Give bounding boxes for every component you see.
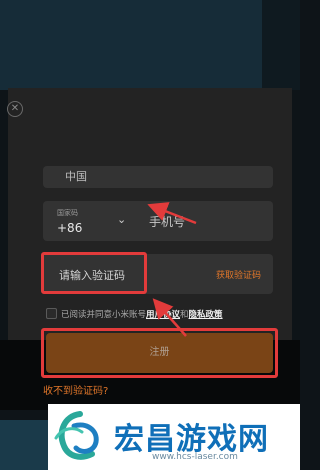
watermark-url: www.hcs-laser.com <box>152 452 238 462</box>
highlight-register-box <box>41 328 278 378</box>
register-dialog: 中国 国家码 +86 ⌄ 手机号 请输入验证码 获取验证码 已阅读并同意小米账号… <box>8 88 292 397</box>
close-icon[interactable]: ✕ <box>7 101 23 117</box>
phone-field[interactable]: 国家码 +86 ⌄ 手机号 <box>43 201 273 241</box>
agreement-and: 和 <box>180 310 189 320</box>
country-region-field[interactable]: 中国 <box>43 166 273 188</box>
background-top <box>0 0 300 90</box>
chevron-down-icon[interactable]: ⌄ <box>117 213 126 226</box>
background-bottom-left <box>0 420 48 470</box>
agreement-checkbox[interactable] <box>46 308 57 319</box>
watermark-banner: 宏昌游戏网 www.hcs-laser.com <box>48 404 300 470</box>
country-region-value: 中国 <box>65 170 87 183</box>
no-code-link[interactable]: 收不到验证码? <box>43 382 108 397</box>
phone-input[interactable]: 手机号 <box>149 213 185 230</box>
privacy-policy-link[interactable]: 隐私政策 <box>189 310 223 320</box>
country-code-caption: 国家码 <box>57 209 78 217</box>
country-code-value[interactable]: +86 <box>57 221 82 235</box>
user-agreement-link[interactable]: 用户协议 <box>146 310 180 320</box>
highlight-code-box <box>41 252 147 294</box>
background-top-shade <box>262 0 300 90</box>
get-code-button[interactable]: 获取验证码 <box>216 268 261 281</box>
agreement-prefix: 已阅读并同意小米账号 <box>61 310 147 320</box>
logo-emblem-icon <box>54 411 99 460</box>
agreement-text: 已阅读并同意小米账号用户协议和隐私政策 <box>61 308 223 320</box>
